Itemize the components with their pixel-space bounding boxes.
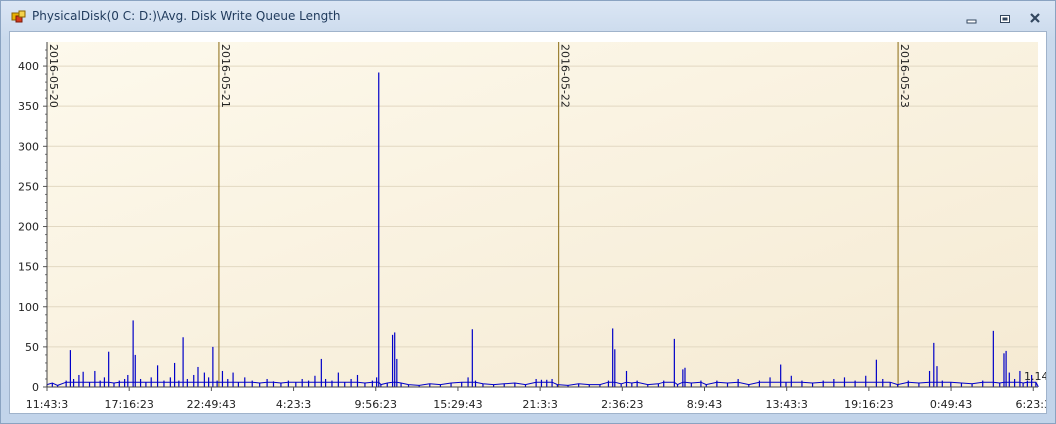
y-tick-label: 50 (25, 341, 39, 354)
window: PhysicalDisk(0 C: D:)\Avg. Disk Write Qu… (0, 0, 1056, 424)
close-button[interactable] (1022, 9, 1048, 27)
minimize-icon (966, 9, 978, 28)
end-value-label: 1.14 (1024, 370, 1046, 383)
x-tick-label: 15:29:43 (433, 398, 482, 411)
y-tick-label: 400 (18, 60, 39, 73)
close-icon (1029, 9, 1041, 28)
x-tick-label: 13:43:3 (765, 398, 807, 411)
plot-background (47, 42, 1038, 387)
day-marker-label: 2016-05-21 (219, 44, 232, 108)
x-tick-label: 19:16:23 (844, 398, 893, 411)
y-tick-label: 300 (18, 140, 39, 153)
day-marker-label: 2016-05-20 (47, 44, 60, 108)
app-icon (11, 9, 27, 25)
x-tick-label: 11:43:3 (26, 398, 68, 411)
y-tick-label: 100 (18, 301, 39, 314)
x-tick-label: 21:3:3 (522, 398, 557, 411)
restore-icon (999, 9, 1011, 28)
restore-button[interactable] (992, 9, 1018, 27)
title-bar[interactable]: PhysicalDisk(0 C: D:)\Avg. Disk Write Qu… (1, 1, 1055, 31)
y-tick-label: 150 (18, 261, 39, 274)
x-tick-label: 17:16:23 (104, 398, 153, 411)
x-tick-label: 2:36:23 (601, 398, 643, 411)
day-marker-label: 2016-05-22 (559, 44, 572, 108)
x-tick-label: 22:49:43 (187, 398, 236, 411)
chart-svg: 0 50 100 150 200 250 300 350 400 11:43:3 17:16:23 2… (18, 42, 1046, 411)
day-marker-label: 2016-05-23 (898, 44, 911, 108)
x-tick-label: 0:49:43 (930, 398, 972, 411)
x-tick-label: 9:56:23 (355, 398, 397, 411)
x-tick-label: 8:9:43 (687, 398, 722, 411)
y-tick-label: 250 (18, 180, 39, 193)
y-tick-label: 200 (18, 221, 39, 234)
x-tick-label: 6:23:3 (1016, 398, 1046, 411)
window-title: PhysicalDisk(0 C: D:)\Avg. Disk Write Qu… (32, 9, 341, 23)
y-tick-label: 0 (32, 381, 39, 394)
x-tick-label: 4:23:3 (276, 398, 311, 411)
chart-area: 0 50 100 150 200 250 300 350 400 11:43:3 17:16:23 2… (9, 31, 1047, 414)
minimize-button[interactable] (959, 9, 985, 27)
y-tick-label: 350 (18, 100, 39, 113)
